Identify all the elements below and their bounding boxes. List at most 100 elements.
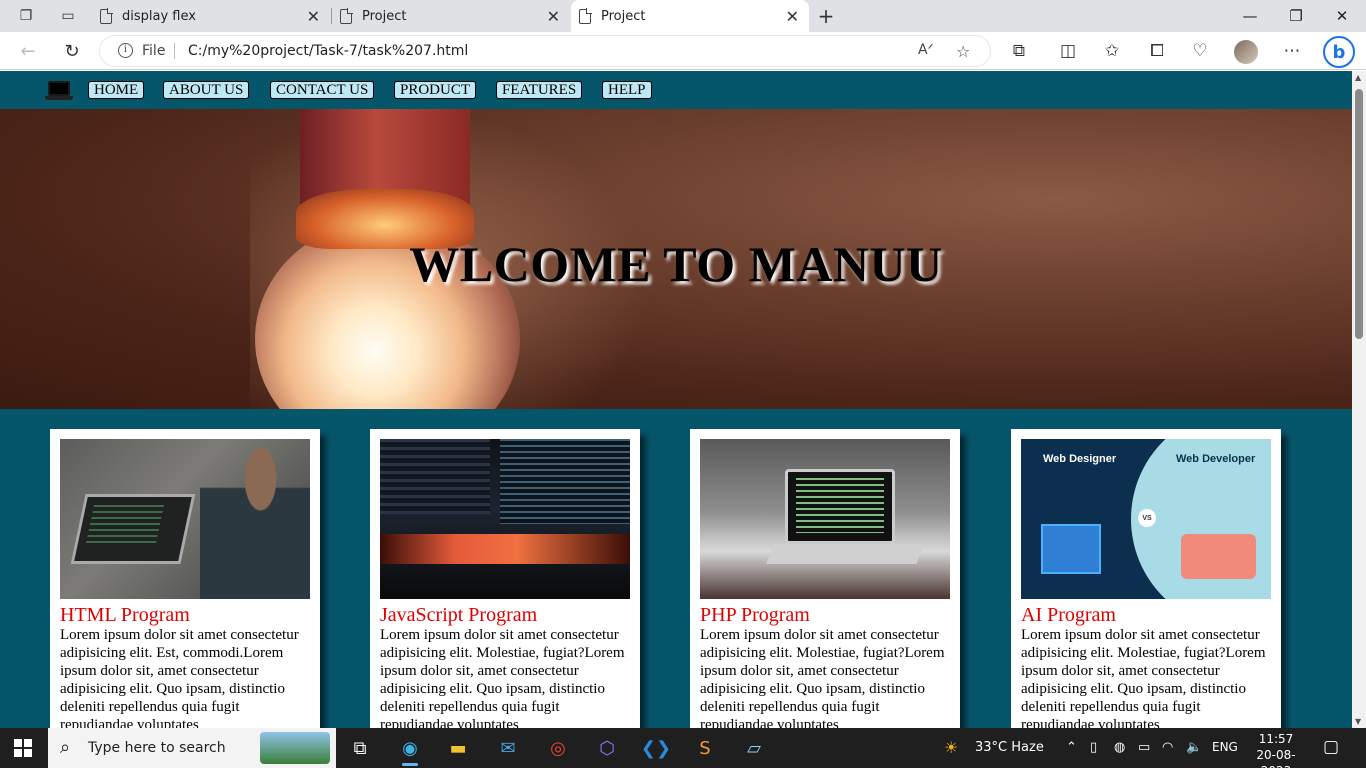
card-text: Lorem ipsum dolor sit amet consectetur a…	[700, 627, 945, 728]
scroll-up-icon[interactable]: ▲	[1355, 73, 1361, 82]
nav-link-features[interactable]: FEATURES	[496, 81, 583, 99]
program-cards: HTML Program Lorem ipsum dolor sit amet …	[0, 429, 1352, 728]
search-icon: ⌕	[60, 737, 71, 758]
clock-time: 11:57	[1258, 732, 1294, 746]
chrome-icon[interactable]: ◎	[538, 732, 578, 764]
tab-project-1[interactable]: Project ✕	[332, 0, 570, 32]
card-image-ai: Web Designer Web Developer VS	[1021, 439, 1271, 599]
windows-start-icon[interactable]	[14, 739, 32, 757]
more-icon[interactable]: ⋯	[1280, 40, 1304, 62]
hero-title: WLCOME TO MANUU	[409, 236, 943, 292]
search-highlight-image	[260, 732, 330, 764]
card-title: JavaScript Program	[380, 604, 538, 626]
tab-project-active[interactable]: Project ✕	[571, 0, 809, 32]
page-viewport: HOME ABOUT US CONTACT US PRODUCT FEATURE…	[0, 71, 1352, 728]
nav-link-about-us[interactable]: ABOUT US	[163, 81, 250, 99]
nav-link-home[interactable]: HOME	[88, 81, 145, 99]
card-javascript: JavaScript Program Lorem ipsum dolor sit…	[370, 429, 640, 728]
language-indicator[interactable]: ENG	[1212, 740, 1238, 754]
hero-banner: WLCOME TO MANUU	[0, 109, 1352, 409]
card-text: Lorem ipsum dolor sit amet consectetur a…	[1021, 627, 1266, 728]
edge-icon[interactable]: ◉	[390, 732, 430, 766]
close-tab-icon[interactable]: ✕	[547, 7, 560, 26]
notifications-icon[interactable]: ▢	[1323, 737, 1339, 757]
clock-date: 20-08-2023	[1256, 748, 1296, 768]
tab-label: Project	[362, 8, 407, 24]
notepad-icon[interactable]: ▱	[734, 732, 774, 764]
favorite-star-icon[interactable]: ☆	[956, 42, 970, 61]
battery-icon[interactable]: ▭	[1138, 740, 1150, 755]
laptop-logo-icon	[45, 81, 73, 101]
close-window-icon[interactable]: ✕	[1322, 4, 1362, 28]
performance-icon[interactable]: ♡	[1188, 40, 1212, 62]
file-explorer-icon[interactable]: ▬	[438, 732, 478, 764]
page-icon	[579, 8, 592, 24]
close-tab-icon[interactable]: ✕	[307, 7, 320, 26]
device-icon[interactable]: ▯	[1090, 740, 1097, 755]
browser-tab-bar: ❐ ▭ display flex ✕ Project ✕ Project ✕ +…	[0, 0, 1366, 32]
collections-icon[interactable]: ⧠	[1145, 40, 1169, 62]
tab-label: Project	[601, 8, 646, 24]
image-label-vs: VS	[1138, 509, 1156, 527]
restore-icon[interactable]: ❐	[1276, 4, 1316, 28]
profile-avatar[interactable]	[1234, 40, 1258, 64]
card-title: HTML Program	[60, 604, 190, 626]
card-html: HTML Program Lorem ipsum dolor sit amet …	[50, 429, 320, 728]
mail-icon[interactable]: ✉	[488, 732, 528, 764]
workspaces-icon[interactable]: ❐	[16, 6, 36, 26]
tab-label: display flex	[122, 8, 196, 24]
site-navbar: HOME ABOUT US CONTACT US PRODUCT FEATURE…	[0, 71, 1352, 109]
nav-link-product[interactable]: PRODUCT	[394, 81, 477, 99]
taskbar-search[interactable]: ⌕ Type here to search	[48, 728, 336, 768]
read-aloud-icon[interactable]: Aᐟ	[918, 42, 934, 58]
address-bar[interactable]: i File C:/my%20project/Task-7/task%207.h…	[100, 36, 990, 66]
favorites-icon[interactable]: ✩	[1100, 40, 1124, 62]
refresh-icon[interactable]: ↻	[60, 40, 84, 62]
card-image-html	[60, 439, 310, 599]
card-ai: Web Designer Web Developer VS AI Program…	[1011, 429, 1281, 728]
search-placeholder: Type here to search	[88, 740, 226, 756]
page-scrollbar[interactable]: ▲ ▼	[1352, 71, 1366, 728]
card-title: PHP Program	[700, 604, 810, 626]
url-text[interactable]: C:/my%20project/Task-7/task%207.html	[188, 43, 468, 59]
url-separator	[174, 43, 175, 59]
nav-link-contact-us[interactable]: CONTACT US	[270, 81, 375, 99]
weather-icon[interactable]: ☀	[944, 738, 958, 757]
wifi-icon[interactable]: ◠	[1162, 740, 1173, 755]
meet-now-icon[interactable]: ◍	[1114, 740, 1125, 755]
card-text: Lorem ipsum dolor sit amet consectetur a…	[380, 627, 625, 728]
minimize-icon[interactable]: —	[1230, 4, 1270, 28]
card-image-javascript	[380, 439, 630, 599]
image-label-web-designer: Web Designer	[1043, 453, 1117, 465]
bing-copilot-icon[interactable]: b	[1323, 36, 1355, 68]
info-icon[interactable]: i	[118, 43, 133, 58]
page-icon	[100, 8, 113, 24]
image-label-web-developer: Web Developer	[1176, 453, 1256, 465]
copilot-app-icon[interactable]: ⬡	[587, 732, 627, 764]
split-screen-icon[interactable]: ◫	[1056, 40, 1080, 62]
volume-icon[interactable]: 🔈	[1186, 740, 1202, 755]
url-scheme-label: File	[142, 43, 166, 59]
card-text: Lorem ipsum dolor sit amet consectetur a…	[60, 627, 299, 728]
vscode-icon[interactable]: ❮❯	[636, 732, 676, 764]
close-tab-icon[interactable]: ✕	[786, 7, 799, 26]
sublime-icon[interactable]: S	[685, 732, 725, 764]
task-view-icon[interactable]: ⧉	[340, 732, 380, 764]
back-icon[interactable]: ←	[16, 40, 40, 62]
weather-text[interactable]: 33°C Haze	[975, 740, 1044, 755]
page-icon	[340, 8, 353, 24]
tab-display-flex[interactable]: display flex ✕	[92, 0, 330, 32]
new-tab-icon[interactable]: +	[816, 4, 836, 28]
address-toolbar: ← ↻ i File C:/my%20project/Task-7/task%2…	[0, 32, 1366, 70]
extensions-icon[interactable]: ⧉	[1007, 40, 1031, 62]
windows-taskbar: ⌕ Type here to search ⧉ ◉ ▬ ✉ ◎ ⬡ ❮❯ S ▱…	[0, 728, 1366, 768]
scroll-thumb[interactable]	[1355, 89, 1363, 339]
tab-actions-icon[interactable]: ▭	[58, 6, 78, 26]
taskbar-clock[interactable]: 11:57 20-08-2023	[1246, 731, 1306, 768]
card-php: PHP Program Lorem ipsum dolor sit amet c…	[690, 429, 960, 728]
card-title: AI Program	[1021, 604, 1116, 626]
nav-link-help[interactable]: HELP	[602, 81, 652, 99]
show-hidden-icons[interactable]: ⌃	[1066, 740, 1077, 755]
card-image-php	[700, 439, 950, 599]
scroll-down-icon[interactable]: ▼	[1355, 717, 1361, 726]
